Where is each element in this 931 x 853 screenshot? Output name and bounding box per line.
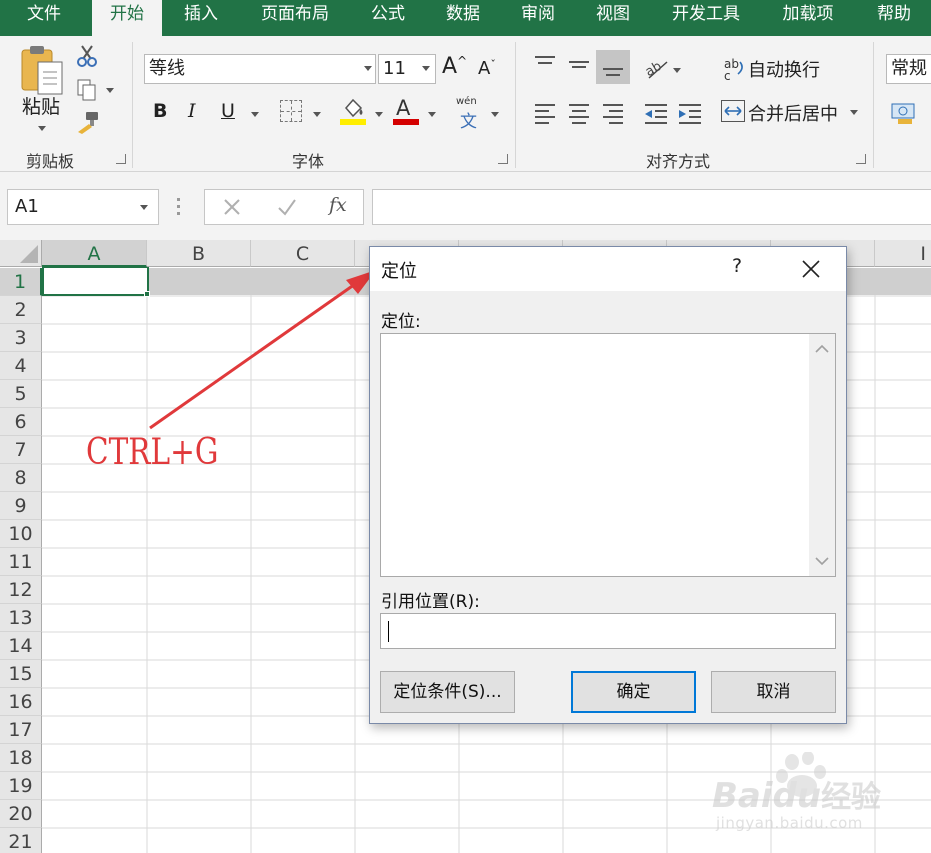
- dialog-title: 定位: [381, 261, 417, 282]
- excel-window: 文件 开始 插入 页面布局 公式 数据 审阅 视图 开发工具 加载项 帮助 粘贴: [0, 0, 931, 853]
- close-icon[interactable]: [798, 256, 824, 282]
- watermark-brand: Baidu经验: [712, 776, 882, 816]
- baidu-watermark: Baidu经验 jingyan.baidu.com: [712, 751, 902, 842]
- dialog-titlebar: 定位 ?: [370, 247, 846, 291]
- reference-label: 引用位置(R):: [381, 592, 480, 612]
- reference-input[interactable]: [380, 613, 836, 649]
- cancel-button[interactable]: 取消: [711, 671, 836, 713]
- goto-dialog: 定位 ? 定位: 引用位置(R): 定位条件(S)... 确定 取消: [369, 246, 847, 724]
- ok-button[interactable]: 确定: [571, 671, 696, 713]
- goto-list[interactable]: [380, 333, 836, 577]
- watermark-url: jingyan.baidu.com: [716, 814, 863, 832]
- scroll-down-icon[interactable]: [815, 556, 829, 566]
- special-button[interactable]: 定位条件(S)...: [380, 671, 515, 713]
- scroll-up-icon[interactable]: [815, 344, 829, 354]
- annotation-text: CTRL+G: [86, 432, 219, 473]
- help-button[interactable]: ?: [732, 255, 742, 277]
- text-caret: [388, 621, 389, 642]
- goto-list-scrollbar[interactable]: [809, 334, 835, 576]
- goto-label: 定位:: [381, 312, 421, 332]
